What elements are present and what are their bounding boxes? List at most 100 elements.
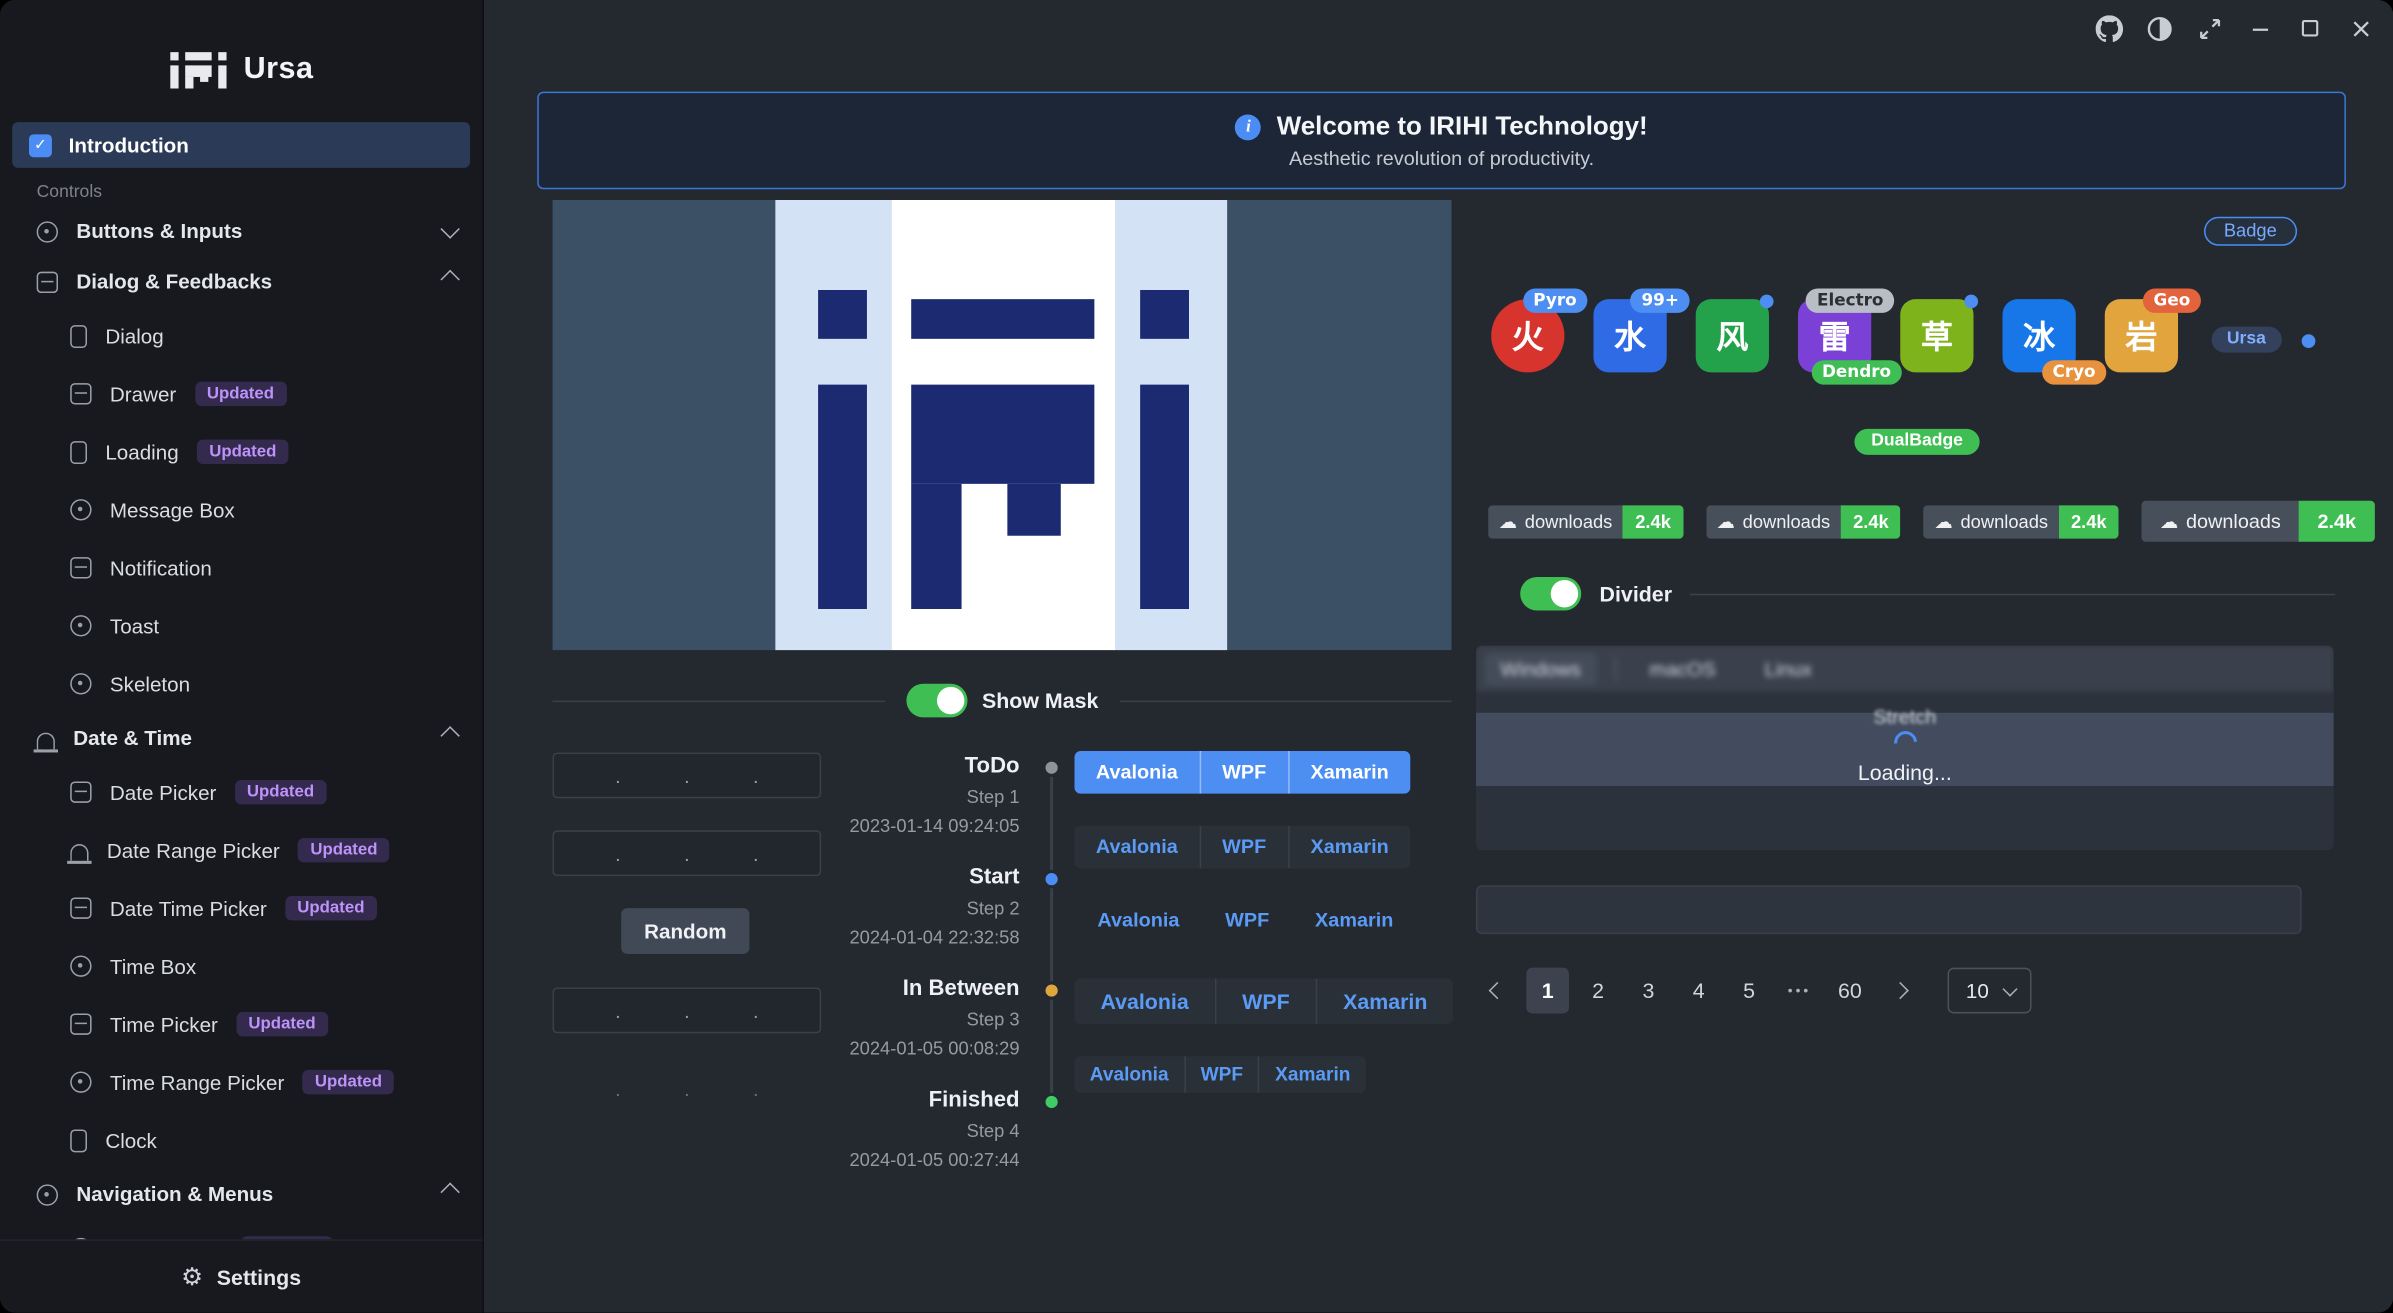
ipv4-box-3[interactable]: . . . bbox=[553, 988, 822, 1034]
settings-label: Settings bbox=[217, 1265, 301, 1289]
wind-element-icon: 风 bbox=[1696, 299, 1769, 372]
chevron-up-icon bbox=[440, 270, 459, 289]
sidebar-item-label: Loading bbox=[105, 440, 178, 463]
ipv4-box-2[interactable]: . . . bbox=[553, 830, 822, 876]
sidebar-item-drawer[interactable]: Drawer Updated bbox=[0, 365, 482, 423]
sidebar-item-skeleton[interactable]: Skeleton bbox=[0, 655, 482, 713]
avalonia-button[interactable]: Avalonia bbox=[1075, 978, 1215, 1024]
avalonia-button[interactable]: Avalonia bbox=[1075, 826, 1200, 869]
download-badge-large: ☁downloads 2.4k bbox=[2142, 501, 2375, 542]
sidebar-group-date-time[interactable]: Date & Time bbox=[0, 713, 482, 763]
ice-element-icon: 冰 Cryo bbox=[2003, 299, 2076, 372]
sidebar-item-clock[interactable]: Clock bbox=[0, 1111, 482, 1169]
wpf-button[interactable]: WPF bbox=[1215, 978, 1316, 1024]
fullscreen-icon[interactable] bbox=[2189, 9, 2230, 47]
xamarin-button[interactable]: Xamarin bbox=[1292, 901, 1416, 941]
empty-text-input[interactable] bbox=[1476, 885, 2302, 934]
page-button-4[interactable]: 4 bbox=[1677, 968, 1720, 1014]
page-button-2[interactable]: 2 bbox=[1577, 968, 1620, 1014]
icon-glyph: 冰 bbox=[2023, 313, 2055, 359]
avalonia-button[interactable]: Avalonia bbox=[1075, 901, 1203, 941]
sidebar-scroll-area[interactable]: Ursa ✓ Introduction Controls Buttons & I… bbox=[0, 0, 482, 1239]
xamarin-button[interactable]: Xamarin bbox=[1288, 826, 1411, 869]
next-page-button[interactable] bbox=[1879, 968, 1922, 1014]
xamarin-button[interactable]: Xamarin bbox=[1258, 1056, 1365, 1093]
wpf-button[interactable]: WPF bbox=[1199, 826, 1287, 869]
tab-windows[interactable]: Windows bbox=[1485, 652, 1596, 684]
pagination-ellipsis[interactable]: ••• bbox=[1778, 968, 1821, 1014]
close-icon[interactable] bbox=[2340, 9, 2381, 47]
sidebar-item-label: Dialog bbox=[105, 324, 163, 347]
dot-separator: . bbox=[684, 764, 690, 787]
app-window-stage: Ursa ✓ Introduction Controls Buttons & I… bbox=[0, 0, 2393, 1313]
page-button-5[interactable]: 5 bbox=[1728, 968, 1771, 1014]
divider-toggle[interactable] bbox=[1520, 577, 1581, 611]
standalone-dot-badge bbox=[2302, 334, 2316, 348]
chevron-down-icon bbox=[2002, 981, 2017, 996]
sidebar-item-notification[interactable]: Notification bbox=[0, 539, 482, 597]
sidebar-item-loading[interactable]: Loading Updated bbox=[0, 423, 482, 481]
app-logo-row: Ursa bbox=[0, 0, 482, 113]
sidebar-item-date-range-picker[interactable]: Date Range Picker Updated bbox=[0, 821, 482, 879]
dot-separator: . bbox=[615, 999, 621, 1022]
sidebar-item-date-time-picker[interactable]: Date Time Picker Updated bbox=[0, 879, 482, 937]
electro-badge: Electro bbox=[1806, 288, 1894, 312]
sidebar-item-toast[interactable]: Toast bbox=[0, 597, 482, 655]
wpf-button[interactable]: WPF bbox=[1184, 1056, 1258, 1093]
sidebar-item-date-picker[interactable]: Date Picker Updated bbox=[0, 763, 482, 821]
cryo-badge: Cryo bbox=[2042, 360, 2106, 384]
wpf-button[interactable]: WPF bbox=[1202, 901, 1292, 941]
sidebar-group-dialog-feedbacks[interactable]: Dialog & Feedbacks bbox=[0, 256, 482, 306]
maximize-icon[interactable] bbox=[2289, 9, 2330, 47]
banner-subtitle: Aesthetic revolution of productivity. bbox=[1289, 147, 1594, 170]
sidebar-item-message-box[interactable]: Message Box bbox=[0, 481, 482, 539]
sidebar-group-navigation-menus[interactable]: Navigation & Menus bbox=[0, 1169, 482, 1219]
window-controls bbox=[2088, 9, 2381, 47]
sidebar-item-breadcrumb[interactable]: Breadcrumb Updated bbox=[0, 1220, 482, 1240]
sidebar-item-time-picker[interactable]: Time Picker Updated bbox=[0, 995, 482, 1053]
time-box-icon bbox=[70, 955, 91, 976]
irihi-logo-image bbox=[553, 200, 1452, 650]
ipv4-box-1[interactable]: . . . bbox=[553, 752, 822, 798]
sidebar-item-label: Date Picker bbox=[110, 781, 217, 804]
dot-badge bbox=[1964, 295, 1978, 309]
page-button-last[interactable]: 60 bbox=[1829, 968, 1872, 1014]
icon-glyph: 火 bbox=[1512, 313, 1544, 359]
timeline-dot-todo bbox=[1042, 759, 1060, 777]
updated-badge: Updated bbox=[235, 780, 327, 804]
tab-macos[interactable]: macOS bbox=[1634, 652, 1731, 684]
sidebar-item-time-box[interactable]: Time Box bbox=[0, 937, 482, 995]
theme-toggle-icon[interactable] bbox=[2138, 9, 2179, 47]
ursa-logo-icon bbox=[169, 49, 227, 89]
xamarin-button[interactable]: Xamarin bbox=[1316, 978, 1454, 1024]
show-mask-toggle[interactable] bbox=[906, 684, 967, 718]
dot-separator: . bbox=[684, 842, 690, 865]
xamarin-button[interactable]: Xamarin bbox=[1288, 751, 1411, 794]
avalonia-button[interactable]: Avalonia bbox=[1075, 1056, 1184, 1093]
github-icon[interactable] bbox=[2088, 9, 2129, 47]
random-button[interactable]: Random bbox=[621, 908, 749, 954]
settings-button[interactable]: ⚙ Settings bbox=[0, 1239, 482, 1312]
page-button-3[interactable]: 3 bbox=[1627, 968, 1670, 1014]
timeline-label: Finished bbox=[836, 1087, 1019, 1114]
ipv4-box-4[interactable]: . . . bbox=[553, 1065, 822, 1111]
download-label: downloads bbox=[1960, 511, 2048, 532]
page-size-select[interactable]: 10 bbox=[1948, 968, 2032, 1014]
minimize-icon[interactable] bbox=[2239, 9, 2280, 47]
sidebar-item-dialog[interactable]: Dialog bbox=[0, 307, 482, 365]
sidebar-item-time-range-picker[interactable]: Time Range Picker Updated bbox=[0, 1053, 482, 1111]
wpf-button[interactable]: WPF bbox=[1199, 751, 1287, 794]
tab-linux[interactable]: Linux bbox=[1749, 652, 1827, 684]
buttons-inputs-icon bbox=[37, 221, 58, 242]
sidebar-section-controls: Controls bbox=[0, 168, 482, 206]
previous-page-button[interactable] bbox=[1476, 968, 1519, 1014]
sidebar-item-label: Toast bbox=[110, 614, 159, 637]
sidebar-item-introduction[interactable]: ✓ Introduction bbox=[12, 122, 470, 168]
dot-separator: . bbox=[753, 842, 759, 865]
sidebar-group-buttons-inputs[interactable]: Buttons & Inputs bbox=[0, 206, 482, 256]
timeline-dot-in-between bbox=[1042, 981, 1060, 999]
avalonia-button[interactable]: Avalonia bbox=[1075, 751, 1200, 794]
dot-separator: . bbox=[684, 1077, 690, 1100]
page-button-1[interactable]: 1 bbox=[1526, 968, 1569, 1014]
timeline-dot-start bbox=[1042, 870, 1060, 888]
